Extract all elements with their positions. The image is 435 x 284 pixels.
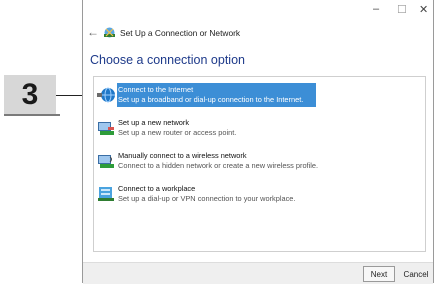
option-title: Connect to a workplace <box>118 184 196 193</box>
option-workplace[interactable]: Connect to a workplace Set up a dial-up … <box>94 182 425 210</box>
maximize-button[interactable]: ☐ <box>397 3 407 16</box>
setup-connection-window: – ☐ ✕ ← Set Up a Connection or Network C… <box>82 0 434 284</box>
next-button[interactable]: Next <box>363 266 395 282</box>
option-description: Set up a broadband or dial-up connection… <box>118 95 304 104</box>
globe-icon <box>97 87 115 103</box>
nav-row: ← Set Up a Connection or Network <box>83 23 433 45</box>
cancel-button[interactable]: Cancel <box>399 266 433 282</box>
connection-options-list: Connect to the Internet Set up a broadba… <box>93 76 426 252</box>
option-description: Set up a new router or access point. <box>118 128 237 137</box>
workplace-icon <box>98 187 114 201</box>
back-button[interactable]: ← <box>87 25 99 39</box>
option-manual-wireless[interactable]: Manually connect to a wireless network C… <box>94 149 425 177</box>
option-description: Connect to a hidden network or create a … <box>118 161 319 170</box>
option-new-network[interactable]: Set up a new network Set up a new router… <box>94 116 425 144</box>
page-title: Choose a connection option <box>90 53 245 67</box>
callout-number: 3 <box>21 78 39 111</box>
minimize-button[interactable]: – <box>373 3 379 15</box>
option-description: Set up a dial-up or VPN connection to yo… <box>118 194 296 203</box>
callout-badge: 3 <box>4 75 60 116</box>
option-connect-internet[interactable]: Connect to the Internet Set up a broadba… <box>94 83 425 111</box>
wireless-icon <box>98 155 114 168</box>
option-title: Manually connect to a wireless network <box>118 151 247 160</box>
callout-underline <box>4 114 60 116</box>
button-bar: Next Cancel <box>83 262 433 284</box>
router-icon <box>98 122 114 135</box>
close-button[interactable]: ✕ <box>419 3 428 16</box>
option-title: Set up a new network <box>118 118 190 127</box>
window-title: Set Up a Connection or Network <box>120 28 241 38</box>
title-bar: – ☐ ✕ <box>83 0 433 18</box>
option-title: Connect to the Internet <box>118 85 194 94</box>
network-globe-icon <box>104 27 115 38</box>
